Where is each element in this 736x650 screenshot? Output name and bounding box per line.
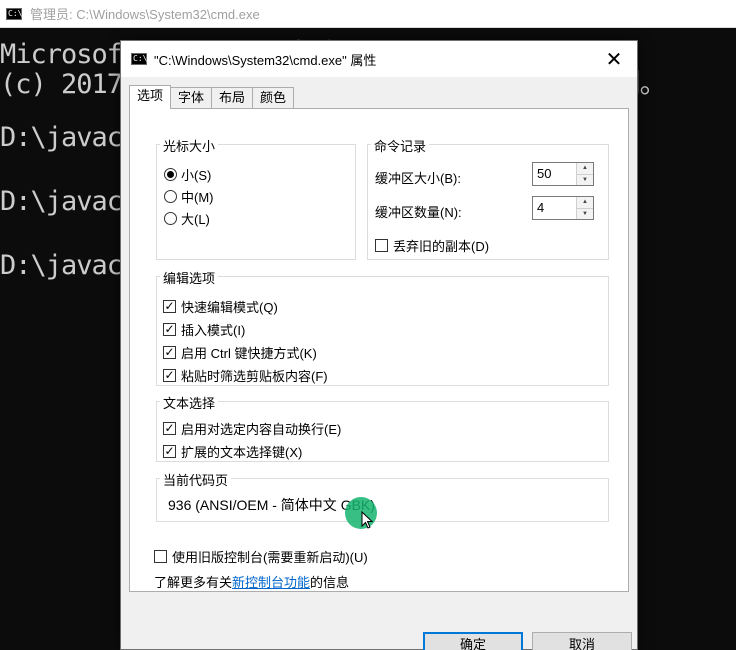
radio-icon — [164, 190, 177, 203]
checkbox-icon — [154, 550, 167, 563]
tab-panel-options: 光标大小 小(S) 中(M) 大(L) 命令记录 缓冲区大小(B): 50 ▲ … — [129, 108, 629, 592]
checkbox-checked-icon: ✓ — [163, 368, 176, 382]
tab-bar: 选项 字体 布局 颜色 — [129, 85, 295, 109]
checkbox-checked-icon: ✓ — [163, 421, 176, 435]
tab-layout[interactable]: 布局 — [211, 87, 254, 109]
ok-button[interactable]: 确定 — [423, 632, 523, 650]
checkbox-checked-icon: ✓ — [163, 299, 176, 313]
tab-colors[interactable]: 颜色 — [252, 87, 295, 109]
buffer-count-label: 缓冲区数量(N): — [375, 205, 462, 220]
checkbox-checked-icon: ✓ — [163, 444, 176, 458]
cursor-size-small-radio[interactable]: 小(S) — [164, 165, 211, 184]
cmd-icon: C:\ — [6, 7, 23, 20]
filter-clipboard-checkbox[interactable]: ✓ 粘贴时筛选剪贴板内容(F) — [163, 366, 328, 385]
quick-edit-checkbox[interactable]: ✓ 快速编辑模式(Q) — [163, 297, 278, 316]
extended-selection-keys-checkbox[interactable]: ✓ 扩展的文本选择键(X) — [163, 442, 302, 461]
cursor-size-label: 光标大小 — [160, 136, 219, 155]
insert-mode-checkbox[interactable]: ✓ 插入模式(I) — [163, 320, 245, 339]
mouse-pointer-icon — [361, 511, 373, 529]
radio-icon — [164, 212, 177, 225]
checkbox-checked-icon: ✓ — [163, 322, 176, 336]
text-selection-label: 文本选择 — [160, 393, 219, 412]
spin-up-icon[interactable]: ▲ — [577, 197, 593, 209]
cancel-button[interactable]: 取消 — [532, 632, 632, 650]
buffer-count-value[interactable]: 4 — [533, 197, 576, 219]
cmd-icon: C:\ — [131, 53, 148, 65]
radio-selected-icon — [164, 168, 177, 181]
properties-dialog: C:\ "C:\Windows\System32\cmd.exe" 属性 ✕ 选… — [120, 40, 638, 650]
buffer-size-label: 缓冲区大小(B): — [375, 171, 461, 186]
spin-down-icon[interactable]: ▼ — [577, 208, 593, 219]
cursor-size-medium-radio[interactable]: 中(M) — [164, 187, 214, 206]
learn-more-text: 了解更多有关 新控制台功能 的信息 — [154, 572, 349, 591]
console-titlebar[interactable]: C:\ 管理员: C:\Windows\System32\cmd.exe — [0, 0, 736, 28]
console-title: 管理员: C:\Windows\System32\cmd.exe — [30, 7, 260, 22]
new-console-features-link[interactable]: 新控制台功能 — [232, 572, 310, 591]
checkbox-checked-icon: ✓ — [163, 345, 176, 359]
dialog-titlebar[interactable]: C:\ "C:\Windows\System32\cmd.exe" 属性 ✕ — [121, 41, 637, 77]
line-wrap-selection-checkbox[interactable]: ✓ 启用对选定内容自动换行(E) — [163, 419, 341, 438]
spin-up-icon[interactable]: ▲ — [577, 163, 593, 175]
dialog-title: "C:\Windows\System32\cmd.exe" 属性 — [154, 52, 377, 68]
ctrl-shortcuts-checkbox[interactable]: ✓ 启用 Ctrl 键快捷方式(K) — [163, 343, 317, 362]
code-page-value: 936 (ANSI/OEM - 简体中文 GBK) — [168, 497, 375, 513]
tab-options[interactable]: 选项 — [129, 85, 172, 109]
legacy-console-checkbox[interactable]: 使用旧版控制台(需要重新启动)(U) — [154, 547, 368, 566]
command-history-label: 命令记录 — [371, 136, 430, 155]
close-button[interactable]: ✕ — [591, 41, 637, 77]
edit-options-label: 编辑选项 — [160, 268, 219, 287]
discard-old-duplicates-checkbox[interactable]: 丢弃旧的副本(D) — [375, 236, 489, 255]
buffer-count-stepper[interactable]: 4 ▲ ▼ — [532, 196, 594, 220]
cursor-size-large-radio[interactable]: 大(L) — [164, 209, 210, 228]
buffer-size-stepper[interactable]: 50 ▲ ▼ — [532, 162, 594, 186]
spin-down-icon[interactable]: ▼ — [577, 174, 593, 185]
code-page-label: 当前代码页 — [160, 470, 232, 489]
buffer-size-value[interactable]: 50 — [533, 163, 576, 185]
tab-font[interactable]: 字体 — [170, 87, 213, 109]
checkbox-icon — [375, 239, 388, 252]
